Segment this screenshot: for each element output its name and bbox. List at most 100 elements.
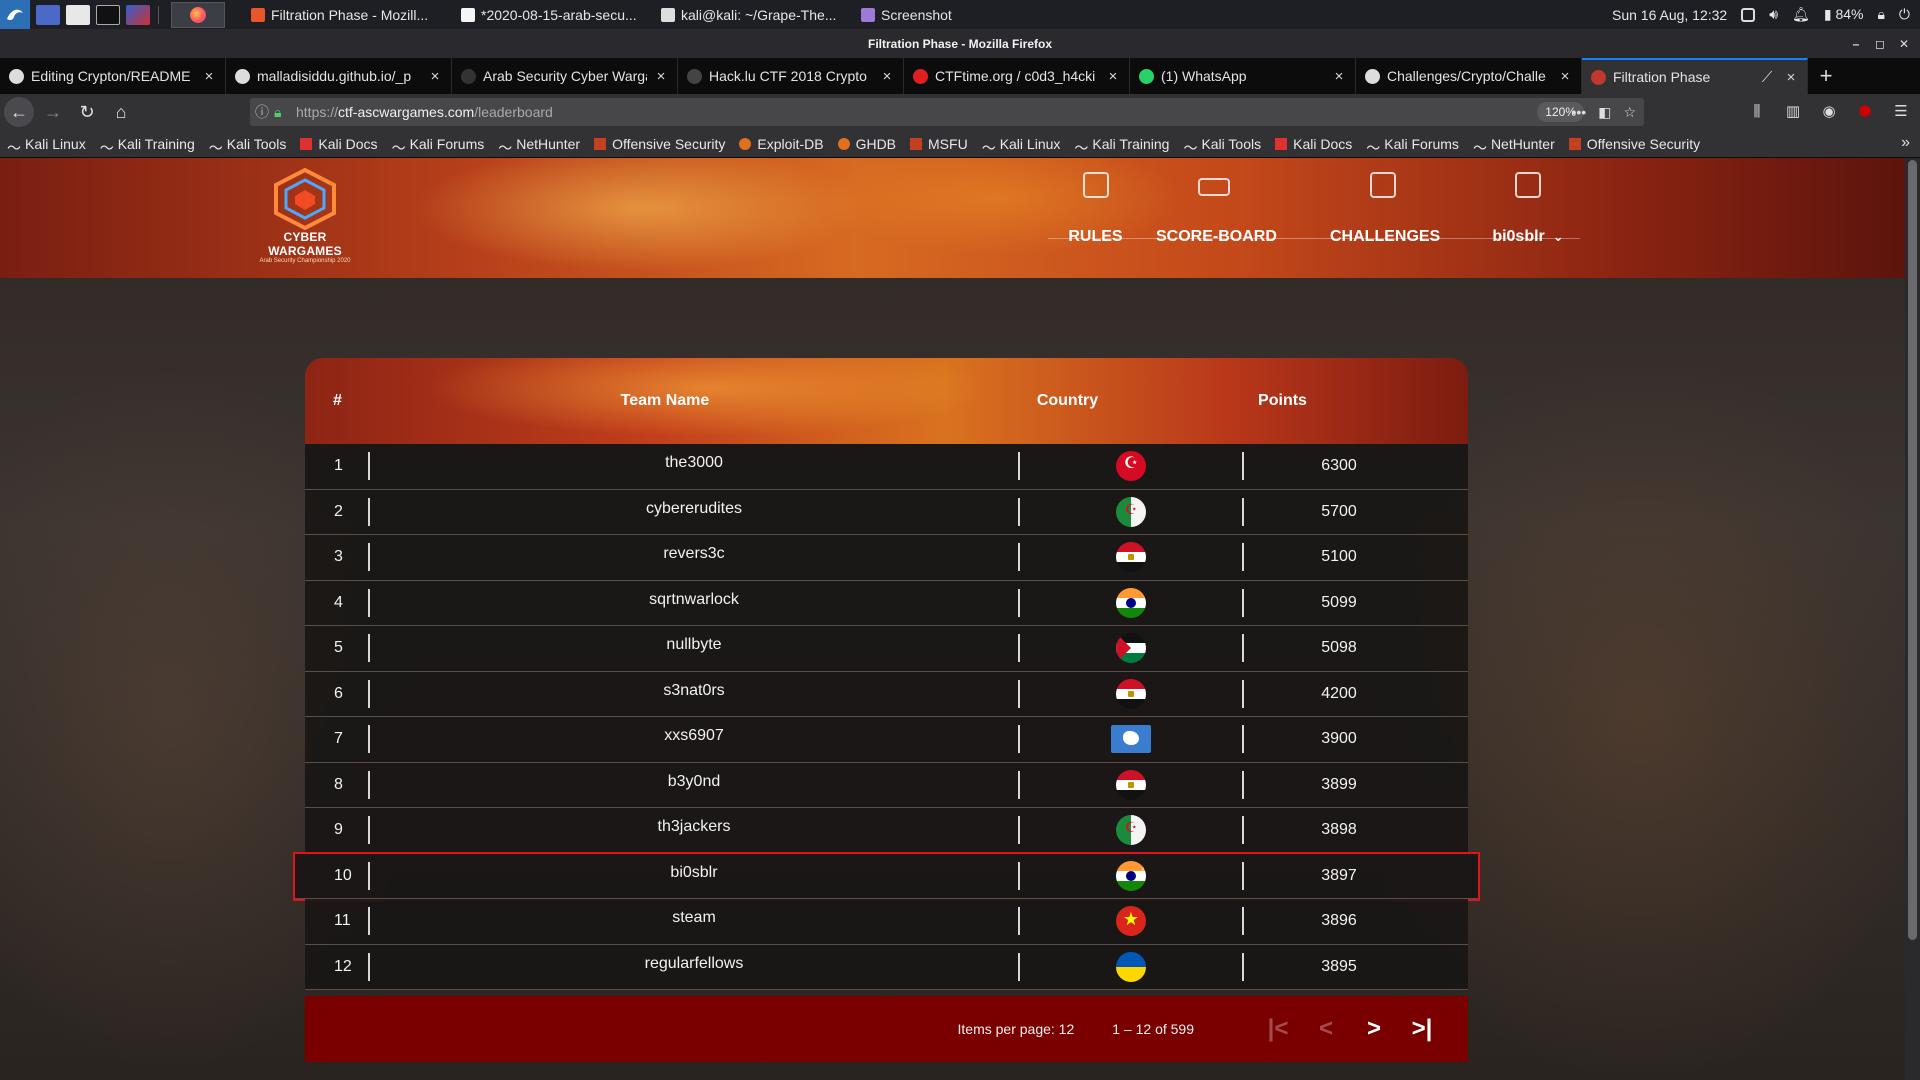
team-name-cell[interactable]: th3jackers [370, 818, 1018, 836]
bookmark-exploit-db[interactable]: Exploit-DB [732, 136, 830, 152]
header-points[interactable]: Points [1180, 392, 1385, 410]
bookmark-nethunter[interactable]: 〜 NetHunter [491, 136, 587, 156]
team-name-cell[interactable]: bi0sblr [370, 864, 1018, 882]
header-country[interactable]: Country [955, 392, 1180, 410]
tab-close-icon[interactable]: × [880, 68, 894, 85]
pocket-icon[interactable]: ◧ [1598, 104, 1611, 121]
last-page-button[interactable]: >| [1398, 1009, 1446, 1049]
close-window-icon[interactable]: ✕ [1894, 29, 1914, 58]
bookmark-kali-docs-2[interactable]: Kali Docs [1268, 136, 1359, 152]
team-name-cell[interactable]: s3nat0rs [370, 682, 1018, 700]
team-name-cell[interactable]: steam [370, 909, 1018, 927]
table-row[interactable]: 10 bi0sblr 3897 [293, 851, 1480, 901]
next-page-button[interactable]: > [1350, 1009, 1398, 1049]
header-rank[interactable]: # [305, 392, 375, 410]
tab-ctftime[interactable]: CTFtime.org / c0d3_h4cki × [904, 58, 1130, 94]
battery-indicator[interactable]: ▮ 84% [1824, 6, 1864, 23]
team-name-cell[interactable]: xxs6907 [370, 727, 1018, 745]
tab-close-icon[interactable]: × [202, 68, 216, 85]
lock-icon[interactable]: 🔒︎ [1877, 6, 1884, 23]
forward-button[interactable]: → [38, 97, 68, 127]
sidebar-icon[interactable]: ▥ [1782, 98, 1804, 124]
bookmark-kali-training[interactable]: 〜 Kali Training [93, 136, 202, 156]
task-document[interactable]: *2020-08-15-arab-secu... [451, 0, 651, 29]
task-firefox[interactable]: Filtration Phase - Mozill... [241, 0, 451, 29]
team-name-cell[interactable]: revers3c [370, 545, 1018, 563]
tab-malladisiddu[interactable]: malladisiddu.github.io/_p × [226, 58, 452, 94]
bookmark-kali-tools-2[interactable]: 〜 Kali Tools [1176, 136, 1268, 156]
bookmark-kali-tools[interactable]: 〜 Kali Tools [202, 136, 294, 156]
tab-filtration-phase[interactable]: Filtration Phase ⟋ × [1582, 58, 1808, 94]
show-desktop-icon[interactable] [36, 4, 60, 25]
nav-challenges[interactable]: CHALLENGES [1330, 172, 1440, 246]
header-team-name[interactable]: Team Name [375, 392, 955, 410]
team-name-cell[interactable]: b3y0nd [370, 773, 1018, 791]
mute-tab-icon[interactable]: ⟋ [1757, 69, 1777, 86]
tab-close-icon[interactable]: × [1784, 69, 1798, 86]
tab-close-icon[interactable]: × [1332, 68, 1346, 85]
notification-bell-icon[interactable]: 🔔︎ [1792, 6, 1810, 23]
tab-challenges[interactable]: Challenges/Crypto/Challe × [1356, 58, 1582, 94]
home-button[interactable]: ⌂ [106, 97, 136, 127]
table-row[interactable]: 1 the3000 6300 [305, 444, 1468, 490]
nav-scoreboard[interactable]: SCORE-BOARD [1156, 172, 1277, 246]
settings-launcher-icon[interactable] [126, 4, 150, 25]
more-bookmarks-icon[interactable]: » [1901, 134, 1910, 152]
hamburger-menu-icon[interactable]: ☰ [1890, 98, 1912, 124]
first-page-button[interactable]: |< [1254, 1009, 1302, 1049]
table-row[interactable]: 3 revers3c 5100 [305, 535, 1468, 581]
info-icon[interactable]: ⓘ [250, 102, 274, 122]
kali-menu-button[interactable] [0, 0, 30, 29]
display-icon[interactable] [1741, 7, 1756, 22]
maximize-icon[interactable]: ◻ [1870, 29, 1890, 58]
bookmark-kali-forums-2[interactable]: 〜 Kali Forums [1359, 136, 1466, 156]
tab-editing-crypton[interactable]: Editing Crypton/README × [0, 58, 226, 94]
site-logo[interactable]: CYBER WARGAMES Arab Security Championshi… [250, 168, 360, 268]
table-row[interactable]: 2 cybererudites 5700 [305, 489, 1468, 535]
minimize-icon[interactable]: – [1846, 29, 1866, 58]
reload-button[interactable]: ↻ [72, 97, 102, 127]
file-manager-icon[interactable] [66, 4, 90, 25]
table-row[interactable]: 5 nullbyte 5098 [305, 626, 1468, 672]
bookmark-kali-training-2[interactable]: 〜 Kali Training [1067, 136, 1176, 156]
table-row[interactable]: 7 xxs6907 3900 [305, 717, 1468, 763]
ublock-icon[interactable]: ⬢ [1854, 98, 1876, 124]
power-icon[interactable]: ⏻ [1899, 6, 1910, 23]
account-icon[interactable]: ◉ [1818, 98, 1840, 124]
team-name-cell[interactable]: regularfellows [370, 955, 1018, 973]
team-name-cell[interactable]: cybererudites [370, 500, 1018, 518]
clock[interactable]: Sun 16 Aug, 12:32 [1612, 7, 1727, 23]
bookmark-kali-linux[interactable]: 〜 Kali Linux [0, 136, 93, 156]
url-bar[interactable]: ⓘ 🔒︎ https://ctf-ascwargames.com/leaderb… [250, 98, 1644, 126]
scrollbar-thumb[interactable] [1908, 160, 1917, 940]
firefox-launcher-button[interactable] [171, 1, 225, 28]
tab-whatsapp[interactable]: (1) WhatsApp × [1130, 58, 1356, 94]
team-name-cell[interactable]: the3000 [370, 454, 1018, 472]
table-row[interactable]: 6 s3nat0rs 4200 [305, 671, 1468, 717]
task-screenshot[interactable]: Screenshot [851, 0, 981, 29]
tab-close-icon[interactable]: × [654, 68, 668, 85]
tab-close-icon[interactable]: × [1106, 68, 1120, 85]
tab-close-icon[interactable]: × [1558, 68, 1572, 85]
bookmark-nethunter-2[interactable]: 〜 NetHunter [1466, 136, 1562, 156]
bookmark-msfu[interactable]: MSFU [903, 136, 975, 152]
page-actions-icon[interactable]: ••• [1571, 104, 1586, 120]
table-row[interactable]: 12 regularfellows 3895 [305, 944, 1468, 990]
tab-close-icon[interactable]: × [428, 68, 442, 85]
bookmark-star-icon[interactable]: ☆ [1623, 104, 1636, 121]
table-row[interactable]: 8 b3y0nd 3899 [305, 762, 1468, 808]
task-terminal[interactable]: kali@kali: ~/Grape-The... [651, 0, 851, 29]
team-name-cell[interactable]: sqrtnwarlock [370, 591, 1018, 609]
bookmark-kali-forums[interactable]: 〜 Kali Forums [385, 136, 492, 156]
bookmark-ghdb[interactable]: GHDB [831, 136, 903, 152]
bookmark-kali-linux-2[interactable]: 〜 Kali Linux [975, 136, 1068, 156]
bookmark-offensive-security[interactable]: Offensive Security [587, 136, 732, 152]
volume-icon[interactable]: 🔊︎ [1769, 6, 1778, 23]
tab-hacklu[interactable]: Hack.lu CTF 2018 Crypto × [678, 58, 904, 94]
bookmark-kali-docs[interactable]: Kali Docs [293, 136, 384, 152]
previous-page-button[interactable]: < [1302, 1009, 1350, 1049]
table-row[interactable]: 4 sqrtnwarlock 5099 [305, 580, 1468, 626]
lock-icon[interactable]: 🔒︎ [274, 104, 288, 121]
team-name-cell[interactable]: nullbyte [370, 636, 1018, 654]
page-scrollbar[interactable] [1905, 158, 1920, 1080]
